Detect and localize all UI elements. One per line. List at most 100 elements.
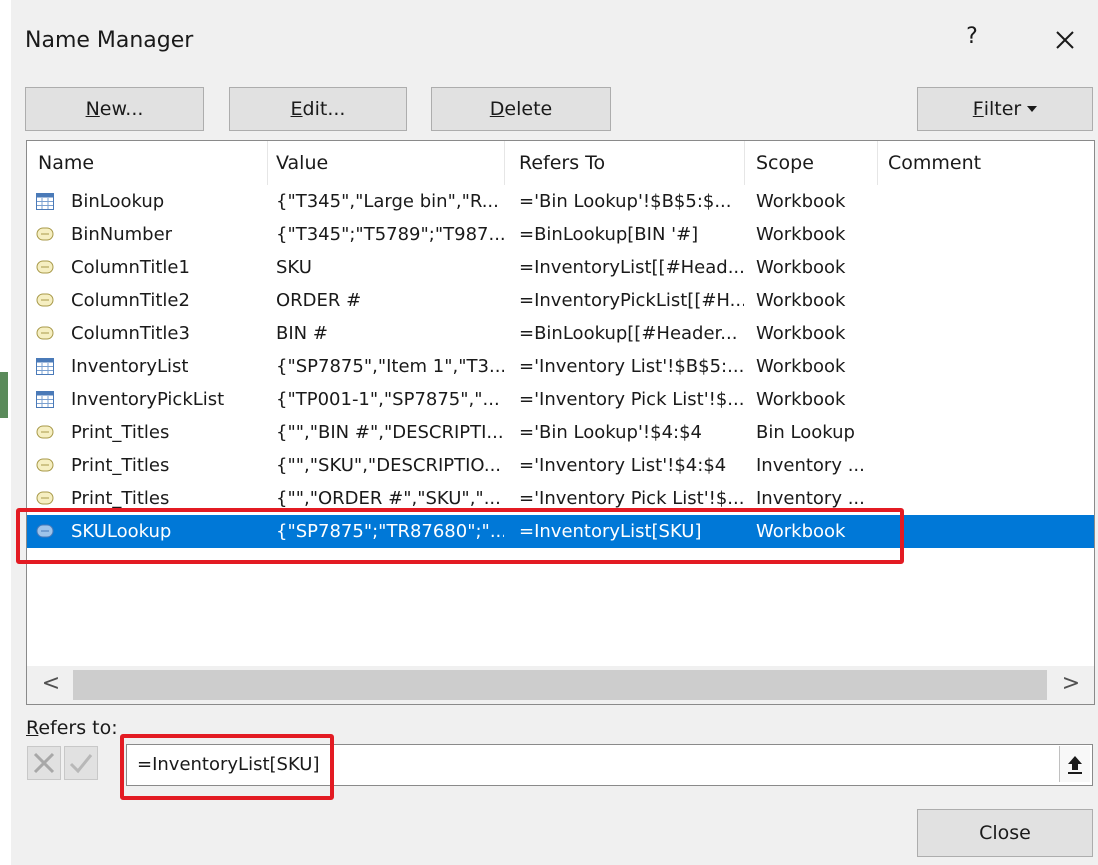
- cell-name: BinLookup: [71, 191, 165, 212]
- highlight-box-selected-row: [16, 508, 904, 564]
- cell-name: BinNumber: [71, 224, 173, 245]
- cell-refers-to: ='Bin Lookup'!$B$5:$...: [519, 191, 732, 212]
- dropdown-arrow-icon: [1027, 106, 1038, 112]
- confirm-edit-button[interactable]: [64, 746, 98, 780]
- collapse-arrow-icon: [1068, 756, 1082, 774]
- name-row[interactable]: Print_Titles {"","BIN #","DESCRIPTI... ='B…: [27, 416, 1094, 449]
- column-divider[interactable]: [504, 141, 505, 185]
- column-header-comment[interactable]: Comment: [888, 141, 1088, 185]
- cell-scope: Workbook: [756, 191, 846, 212]
- cancel-x-icon: [33, 752, 55, 774]
- cell-comment: [888, 218, 1088, 251]
- sheet-cell-highlight: [0, 372, 8, 418]
- title-bar: Name Manager ?: [11, 0, 1098, 78]
- name-row[interactable]: ColumnTitle1 SKU =InventoryList[[#Head... W…: [27, 251, 1094, 284]
- cell-refers-to: =BinLookup[[#Header...: [519, 323, 738, 344]
- cell-value: {"","SKU","DESCRIPTIO...: [276, 455, 502, 476]
- cell-name: Print_Titles: [71, 455, 170, 476]
- cell-comment: [888, 350, 1088, 383]
- cell-comment: [888, 515, 1088, 548]
- column-header-name[interactable]: Name: [38, 141, 268, 185]
- collapse-dialog-button[interactable]: [1059, 746, 1090, 782]
- name-icon: [36, 457, 54, 474]
- edit-button[interactable]: Edit...: [229, 87, 407, 131]
- cell-comment: [888, 317, 1088, 350]
- name-icon: [36, 424, 54, 441]
- cell-comment: [888, 416, 1088, 449]
- name-row[interactable]: BinLookup {"T345","Large bin","R... ='Bin …: [27, 185, 1094, 218]
- name-row[interactable]: BinNumber {"T345";"T5789";"T987... =BinLoo…: [27, 218, 1094, 251]
- cell-scope: Workbook: [756, 356, 846, 377]
- name-row[interactable]: InventoryPickList {"TP001-1","SP7875","..…: [27, 383, 1094, 416]
- name-icon: [36, 259, 54, 276]
- column-divider[interactable]: [267, 141, 268, 185]
- column-header-refers-to[interactable]: Refers To: [519, 141, 744, 185]
- dialog-title: Name Manager: [25, 28, 194, 53]
- cell-scope: Workbook: [756, 323, 846, 344]
- cell-comment: [888, 251, 1088, 284]
- filter-button[interactable]: Filter: [917, 87, 1093, 131]
- cell-scope: Bin Lookup: [756, 422, 855, 443]
- help-button[interactable]: ?: [959, 24, 985, 56]
- check-icon: [69, 754, 93, 774]
- cell-comment: [888, 383, 1088, 416]
- cell-refers-to: ='Bin Lookup'!$4:$4: [519, 422, 702, 443]
- refers-to-label: Refers to:: [26, 717, 118, 739]
- column-divider[interactable]: [877, 141, 878, 185]
- scrollbar-thumb[interactable]: [73, 670, 1047, 700]
- cell-refers-to: ='Inventory Pick List'!$...: [519, 389, 744, 410]
- cell-name: InventoryList: [71, 356, 189, 377]
- name-row[interactable]: Print_Titles {"","SKU","DESCRIPTIO... ='In…: [27, 449, 1094, 482]
- close-button[interactable]: Close: [917, 809, 1093, 857]
- cell-name: Print_Titles: [71, 422, 170, 443]
- cell-value: ORDER #: [276, 290, 362, 311]
- name-icon: [36, 490, 54, 507]
- cell-scope: Workbook: [756, 389, 846, 410]
- table-icon: [36, 358, 54, 375]
- cell-value: {"T345";"T5789";"T987...: [276, 224, 504, 245]
- cell-value: BIN #: [276, 323, 328, 344]
- cell-value: SKU: [276, 257, 312, 278]
- cell-name: InventoryPickList: [71, 389, 225, 410]
- cell-scope: Inventory ...: [756, 455, 865, 476]
- cell-refers-to: =BinLookup[BIN '#]: [519, 224, 699, 245]
- cell-value: {"","BIN #","DESCRIPTI...: [276, 422, 504, 443]
- delete-button[interactable]: Delete: [431, 87, 611, 131]
- cell-comment: [888, 449, 1088, 482]
- column-header-value[interactable]: Value: [276, 141, 504, 185]
- names-list[interactable]: Name Value Refers To Scope Comment BinLo…: [26, 140, 1095, 705]
- table-icon: [36, 193, 54, 210]
- cell-value: {"TP001-1","SP7875","...: [276, 389, 500, 410]
- new-button[interactable]: New...: [25, 87, 204, 131]
- cell-comment: [888, 185, 1088, 218]
- name-icon: [36, 226, 54, 243]
- name-row[interactable]: ColumnTitle3 BIN # =BinLookup[[#Header... W…: [27, 317, 1094, 350]
- cell-comment: [888, 284, 1088, 317]
- cell-refers-to: ='Inventory List'!$4:$4: [519, 455, 727, 476]
- cell-refers-to: =InventoryList[[#Head...: [519, 257, 744, 278]
- cell-value: {"SP7875","Item 1","T3...: [276, 356, 504, 377]
- cell-refers-to: ='Inventory List'!$B$5:...: [519, 356, 744, 377]
- cell-name: ColumnTitle2: [71, 290, 190, 311]
- horizontal-scrollbar[interactable]: < >: [27, 666, 1094, 704]
- name-row[interactable]: ColumnTitle2 ORDER # =InventoryPickList[[#…: [27, 284, 1094, 317]
- name-icon: [36, 292, 54, 309]
- cell-scope: Workbook: [756, 224, 846, 245]
- highlight-box-refers-to: [120, 734, 334, 800]
- close-icon[interactable]: [1047, 22, 1083, 58]
- name-icon: [36, 325, 54, 342]
- table-icon: [36, 391, 54, 408]
- cell-name: ColumnTitle3: [71, 323, 190, 344]
- scroll-left-icon[interactable]: <: [31, 666, 71, 704]
- cell-refers-to: =InventoryPickList[[#H...: [519, 290, 744, 311]
- scroll-right-icon[interactable]: >: [1051, 666, 1091, 704]
- column-divider[interactable]: [744, 141, 745, 185]
- cell-value: {"T345","Large bin","R...: [276, 191, 499, 212]
- name-row[interactable]: InventoryList {"SP7875","Item 1","T3... ='…: [27, 350, 1094, 383]
- cell-name: ColumnTitle1: [71, 257, 190, 278]
- cell-scope: Workbook: [756, 290, 846, 311]
- cancel-edit-button[interactable]: [27, 746, 61, 780]
- cell-comment: [888, 482, 1088, 515]
- column-header-scope[interactable]: Scope: [756, 141, 868, 185]
- cell-scope: Workbook: [756, 257, 846, 278]
